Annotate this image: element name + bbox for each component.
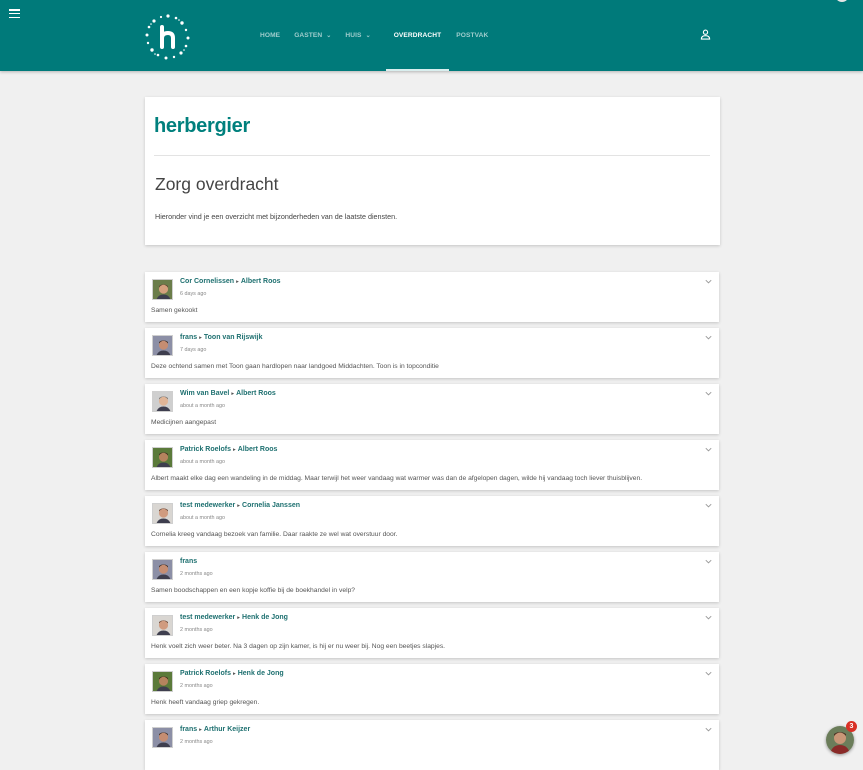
entry-timestamp: 2 months ago [180,683,213,689]
avatar [152,447,173,468]
nav-overdracht[interactable]: OVERDRACHT [385,0,450,71]
page-intro: Hieronder vind je een overzicht met bijz… [155,212,398,221]
entry-author[interactable]: test medewerker [180,614,235,621]
entry-card[interactable]: test medewerker ▸ Cornelia Janssen about a … [145,496,719,546]
chevron-down-icon[interactable] [704,557,713,566]
entry-author[interactable]: test medewerker [180,502,235,509]
entry-header: frans ▸ Toon van Rijswijk [180,334,263,341]
entry-author[interactable]: frans [180,558,197,565]
avatar [152,279,173,300]
avatar [152,391,173,412]
entry-timestamp: 2 months ago [180,739,213,745]
chevron-down-icon[interactable] [704,277,713,286]
entry-card[interactable]: Wim van Bavel ▸ Albert Roos about a month a… [145,384,719,434]
entry-recipient[interactable]: Cornelia Janssen [242,502,300,509]
overdracht-header-card: herbergier Zorg overdracht Hieronder vin… [145,97,720,245]
entry-timestamp: about a month ago [180,515,225,521]
entry-card[interactable]: Cor Cornelissen ▸ Albert Roos 6 days ago Sam… [145,272,719,322]
entry-text: Samen gekookt [151,307,198,314]
entry-header: test medewerker ▸ Henk de Jong [180,614,288,621]
entry-text: Albert maakt elke dag een wandeling in d… [151,475,643,482]
entry-header: frans ▸ Arthur Keijzer [180,726,250,733]
entry-timestamp: 7 days ago [180,347,207,353]
avatar [152,615,173,636]
entry-text: Henk heeft vandaag griep gekregen. [151,699,260,706]
entry-text: Medicijnen aangepast [151,419,217,426]
entry-text: Samen boodschappen en een kopje koffie b… [151,587,356,594]
entry-recipient[interactable]: Arthur Keijzer [204,726,250,733]
arrow-right-icon: ▸ [199,727,202,733]
entry-card[interactable]: test medewerker ▸ Henk de Jong 2 months ago… [145,608,719,658]
brand-logo-text: herbergier [154,115,250,137]
entry-card[interactable]: frans ▸ Toon van Rijswijk 7 days ago Deze oc… [145,328,719,378]
avatar [152,727,173,748]
entry-author[interactable]: Patrick Roelofs [180,446,231,453]
nav-huis[interactable]: HUIS ⌄ [338,0,377,71]
main-nav: HOME GASTEN ⌄ HUIS ⌄ OVERDRACHT POSTVAK [253,0,495,71]
entry-author[interactable]: Cor Cornelissen [180,278,234,285]
entry-text: Deze ochtend samen met Toon gaan hardlop… [151,363,439,370]
entry-recipient[interactable]: Henk de Jong [238,670,284,677]
nav-home[interactable]: HOME [253,0,287,71]
avatar [152,335,173,356]
herbergier-logo[interactable] [143,13,193,61]
chevron-down-icon[interactable] [704,501,713,510]
chevron-down-icon[interactable] [704,445,713,454]
arrow-right-icon: ▸ [237,615,241,621]
chevron-down-icon[interactable] [704,389,713,398]
entry-header: Cor Cornelissen ▸ Albert Roos [180,278,281,285]
arrow-right-icon: ▸ [232,671,236,677]
entry-header: test medewerker ▸ Cornelia Janssen [180,502,300,509]
entry-text: Henk voelt zich weer beter. Na 3 dagen o… [151,643,446,650]
entry-card[interactable]: frans 2 months ago Samen boodschappen en e… [145,552,719,602]
entry-text: Cornelia kreeg vandaag bezoek van famili… [151,531,398,538]
notification-badge: 3 [846,721,857,732]
arrow-right-icon: ▸ [237,503,241,509]
avatar [152,559,173,580]
entry-timestamp: 2 months ago [180,571,213,577]
top-navbar: HOME GASTEN ⌄ HUIS ⌄ OVERDRACHT POSTVAK [0,0,863,71]
avatar [152,503,173,524]
entry-header: Patrick Roelofs ▸ Albert Roos [180,446,277,453]
chevron-down-icon: ⌄ [326,33,332,39]
entry-author[interactable]: frans [180,334,197,341]
entry-header: Wim van Bavel ▸ Albert Roos [180,390,276,397]
entry-timestamp: about a month ago [180,403,225,409]
entry-recipient[interactable]: Henk de Jong [242,614,288,621]
divider [154,155,710,156]
entry-card[interactable]: frans ▸ Arthur Keijzer 2 months ago [145,720,719,770]
hamburger-menu-icon[interactable] [9,9,20,19]
arrow-right-icon: ▸ [236,279,239,285]
chevron-down-icon[interactable] [704,613,713,622]
entry-author[interactable]: frans [180,726,197,733]
entry-recipient[interactable]: Albert Roos [238,446,278,453]
entry-timestamp: 2 months ago [180,627,213,633]
user-icon[interactable] [700,29,711,40]
arrow-right-icon: ▸ [199,335,202,341]
chevron-down-icon[interactable] [704,725,713,734]
chevron-down-icon[interactable] [704,669,713,678]
entry-recipient[interactable]: Albert Roos [236,390,276,397]
chevron-down-icon: ⌄ [365,33,371,39]
chevron-down-icon[interactable] [704,333,713,342]
entry-timestamp: 6 days ago [180,291,207,297]
arrow-right-icon: ▸ [231,391,235,397]
page-title: Zorg overdracht [155,174,279,194]
entry-recipient[interactable]: Toon van Rijswijk [204,334,263,341]
nav-postvak[interactable]: POSTVAK [449,0,495,71]
avatar [152,671,173,692]
entry-header: frans [180,558,197,565]
entry-card[interactable]: Patrick Roelofs ▸ Albert Roos about a month… [145,440,719,490]
nav-gasten[interactable]: GASTEN ⌄ [287,0,338,71]
entry-author[interactable]: Patrick Roelofs [180,670,231,677]
arrow-right-icon: ▸ [232,447,236,453]
entry-card[interactable]: Patrick Roelofs ▸ Henk de Jong 2 months ago… [145,664,719,714]
entry-recipient[interactable]: Albert Roos [241,278,281,285]
entry-author[interactable]: Wim van Bavel [180,390,229,397]
entry-timestamp: about a month ago [180,459,225,465]
entry-header: Patrick Roelofs ▸ Henk de Jong [180,670,284,677]
